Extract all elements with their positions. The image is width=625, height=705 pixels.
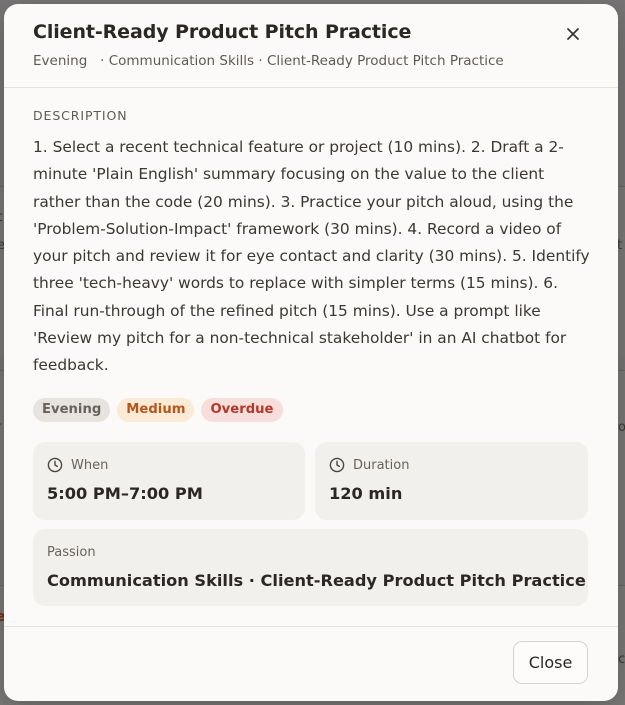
modal-subtitle: Evening · Communication Skills · Client-… xyxy=(33,53,504,69)
description-text: 1. Select a recent technical feature or … xyxy=(33,138,590,375)
background-fragment: r xyxy=(0,420,1,435)
background-fragment: c xyxy=(0,210,3,225)
tag-list: Evening Medium Overdue xyxy=(33,398,283,422)
when-card: When 5:00 PM–7:00 PM xyxy=(33,442,305,520)
tag-evening: Evening xyxy=(33,398,111,422)
close-button[interactable]: Close xyxy=(513,641,588,684)
when-label: When xyxy=(71,458,109,473)
modal-header: Client-Ready Product Pitch Practice Even… xyxy=(4,4,618,88)
background-fragment: ck xyxy=(618,652,625,667)
background-fragment: o xyxy=(618,420,625,435)
duration-value: 120 min xyxy=(329,484,403,503)
description-label: DESCRIPTION xyxy=(33,108,128,123)
duration-label: Duration xyxy=(353,458,410,473)
tag-overdue: Overdue xyxy=(201,398,283,422)
background-fragment: i xyxy=(0,396,1,412)
clock-icon xyxy=(47,457,63,473)
tag-medium: Medium xyxy=(117,398,195,422)
clock-icon xyxy=(329,457,345,473)
close-icon[interactable] xyxy=(562,23,584,45)
duration-card: Duration 120 min xyxy=(315,442,588,520)
passion-card: Passion Communication Skills · Client-Re… xyxy=(33,529,588,606)
passion-value: Communication Skills · Client-Ready Prod… xyxy=(47,571,586,590)
modal-title: Client-Ready Product Pitch Practice xyxy=(33,21,412,43)
task-detail-modal: Client-Ready Product Pitch Practice Even… xyxy=(4,4,618,701)
when-value: 5:00 PM–7:00 PM xyxy=(47,484,203,503)
passion-label: Passion xyxy=(47,545,96,560)
